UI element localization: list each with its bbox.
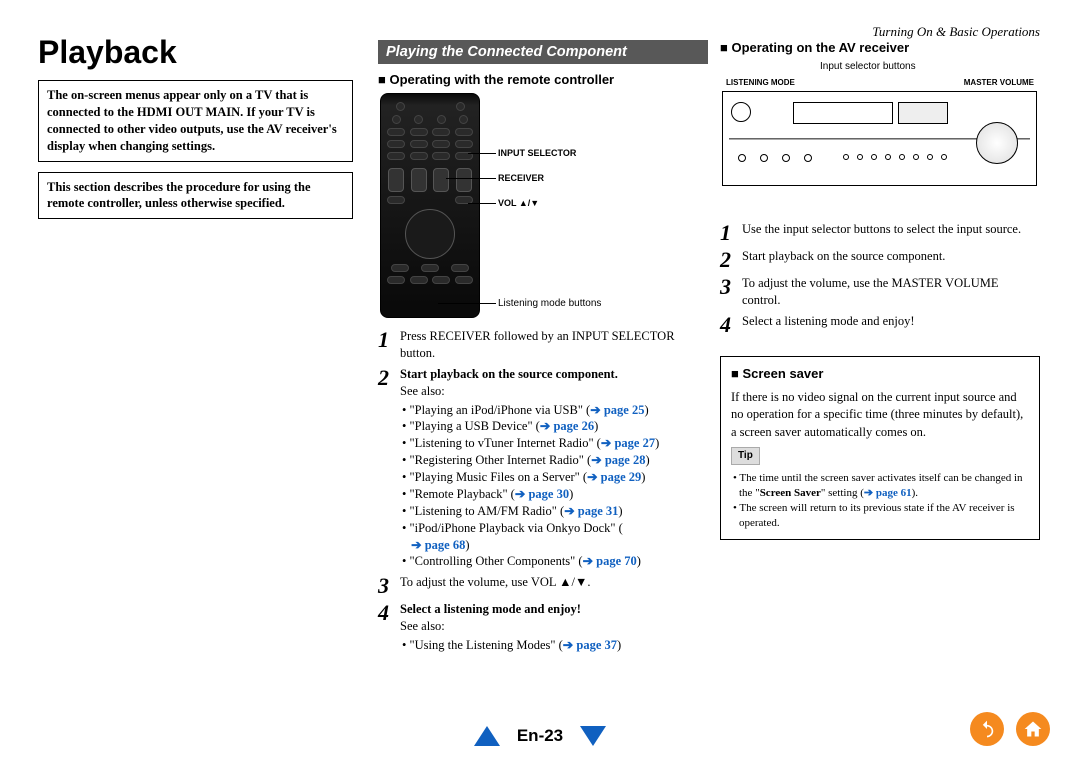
callout-receiver: RECEIVER (498, 173, 544, 183)
link-page-25[interactable]: page 25 (590, 403, 644, 417)
tip-bullet-2: The screen will return to its previous s… (731, 501, 1029, 531)
step-2: 2 Start playback on the source component… (378, 366, 708, 571)
link-page-31[interactable]: page 31 (564, 504, 618, 518)
page-nav: En-23 (0, 726, 1080, 746)
callout-vol: VOL ▲/▼ (498, 198, 539, 208)
subheading-remote: Operating with the remote controller (378, 72, 708, 87)
column-left: The on-screen menus appear only on a TV … (38, 80, 353, 229)
label-master-volume: MASTER VOLUME (964, 78, 1034, 87)
label-listening-mode: LISTENING MODE (726, 78, 795, 87)
step-3: 3 To adjust the volume, use VOL ▲/▼. (378, 574, 708, 597)
prev-page-button[interactable] (474, 726, 500, 746)
step-1: 1 Press RECEIVER followed by an INPUT SE… (378, 328, 708, 362)
link-page-68[interactable]: page 68 (411, 538, 465, 552)
link-page-70[interactable]: page 70 (583, 554, 637, 568)
receiver-steps: 1Use the input selector buttons to selec… (720, 221, 1040, 336)
r-step-3: 3To adjust the volume, use the MASTER VO… (720, 275, 1040, 309)
subheading-receiver: Operating on the AV receiver (720, 40, 1040, 55)
home-icon (1023, 719, 1043, 739)
screensaver-body: If there is no video signal on the curre… (731, 389, 1029, 442)
step-4: 4 Select a listening mode and enjoy! See… (378, 601, 708, 654)
label-input-selector-buttons: Input selector buttons (820, 61, 916, 72)
link-page-30[interactable]: page 30 (515, 487, 569, 501)
note-box-remote: This section describes the procedure for… (38, 172, 353, 220)
page-number: En-23 (517, 726, 563, 745)
back-button[interactable] (970, 712, 1004, 746)
tip-bullet-1: The time until the screen saver activate… (731, 471, 1029, 501)
screensaver-box: Screen saver If there is no video signal… (720, 356, 1040, 540)
r-step-2: 2Start playback on the source component. (720, 248, 1040, 271)
section-header-playing: Playing the Connected Component (378, 40, 708, 64)
link-page-27[interactable]: page 27 (601, 436, 655, 450)
next-page-button[interactable] (580, 726, 606, 746)
page-title: Playback (38, 34, 177, 71)
link-page-61[interactable]: page 61 (864, 487, 912, 499)
remote-image (380, 93, 480, 318)
receiver-diagram: Input selector buttons LISTENING MODE MA… (720, 61, 1040, 211)
remote-steps: 1 Press RECEIVER followed by an INPUT SE… (378, 328, 708, 654)
home-button[interactable] (1016, 712, 1050, 746)
undo-icon (977, 719, 997, 739)
link-page-37[interactable]: page 37 (563, 638, 617, 652)
link-page-29[interactable]: page 29 (587, 470, 641, 484)
link-page-26[interactable]: page 26 (540, 419, 594, 433)
receiver-image (722, 91, 1037, 186)
column-middle: Playing the Connected Component Operatin… (378, 40, 708, 658)
callout-input-selector: INPUT SELECTOR (498, 148, 576, 158)
r-step-4: 4Select a listening mode and enjoy! (720, 313, 1040, 336)
remote-diagram: INPUT SELECTOR RECEIVER VOL ▲/▼ Listenin… (378, 93, 708, 318)
screensaver-heading: Screen saver (731, 365, 1029, 383)
link-page-28[interactable]: page 28 (591, 453, 645, 467)
callout-listening-mode: Listening mode buttons (498, 298, 601, 309)
tip-label: Tip (731, 447, 760, 465)
column-right: Operating on the AV receiver Input selec… (720, 40, 1040, 540)
note-box-hdmi: The on-screen menus appear only on a TV … (38, 80, 353, 162)
r-step-1: 1Use the input selector buttons to selec… (720, 221, 1040, 244)
breadcrumb: Turning On & Basic Operations (872, 24, 1040, 40)
